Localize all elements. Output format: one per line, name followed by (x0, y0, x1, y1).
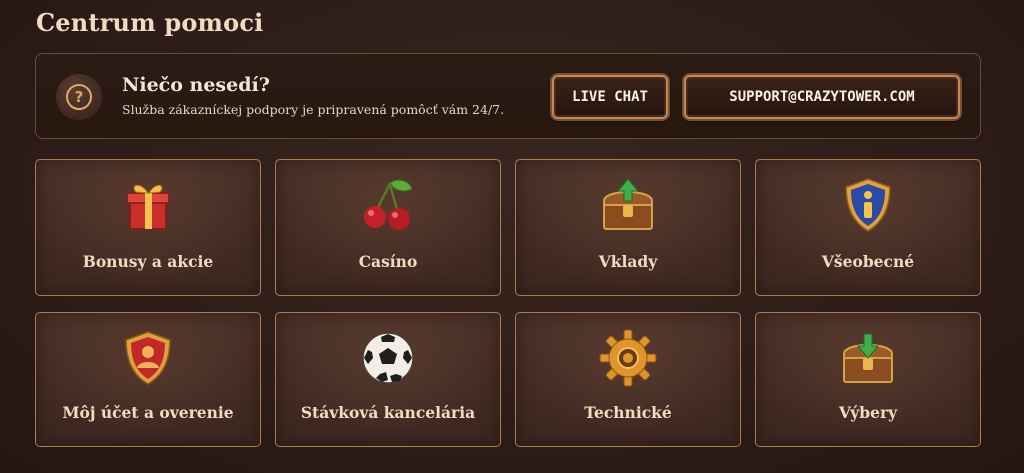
category-label: Výbery (838, 403, 898, 422)
category-card-general[interactable]: Všeobecné (755, 159, 981, 296)
treasure-chest-withdraw-icon (843, 333, 893, 383)
category-card-sportsbook[interactable]: Stávková kancelária (275, 312, 501, 447)
user-shield-icon (125, 331, 171, 385)
category-label: Stávková kancelária (300, 403, 476, 422)
category-label: Všeobecné (821, 252, 915, 271)
gift-icon (126, 184, 170, 230)
help-subtext: Služba zákazníckej podpory je pripravená… (122, 102, 505, 117)
help-category-grid: Bonusy a akcie Casíno Vklady Všeobecné M… (35, 159, 982, 447)
help-heading: Niečo nesedí? (122, 74, 270, 96)
category-card-account[interactable]: Môj účet a overenie (35, 312, 261, 447)
category-card-technical[interactable]: Technické (515, 312, 741, 447)
category-label: Vklady (598, 252, 658, 271)
category-card-bonuses[interactable]: Bonusy a akcie (35, 159, 261, 296)
category-card-casino[interactable]: Casíno (275, 159, 501, 296)
gear-icon (599, 329, 657, 387)
info-shield-icon (845, 178, 891, 232)
category-label: Môj účet a overenie (62, 403, 234, 422)
support-email-button[interactable]: SUPPORT@CRAZYTOWER.COM (684, 75, 960, 119)
treasure-chest-deposit-icon (603, 178, 653, 230)
live-chat-button[interactable]: LIVE CHAT (552, 75, 668, 119)
question-icon: ? (56, 74, 102, 120)
page-title: Centrum pomoci (36, 8, 264, 37)
category-label: Bonusy a akcie (82, 252, 214, 271)
category-label: Casíno (358, 252, 418, 271)
category-label: Technické (584, 403, 672, 422)
soccer-ball-icon (362, 332, 414, 384)
help-banner: ? Niečo nesedí? Služba zákazníckej podpo… (35, 53, 981, 139)
category-card-deposits[interactable]: Vklady (515, 159, 741, 296)
category-card-withdrawals[interactable]: Výbery (755, 312, 981, 447)
cherries-icon (364, 179, 413, 230)
